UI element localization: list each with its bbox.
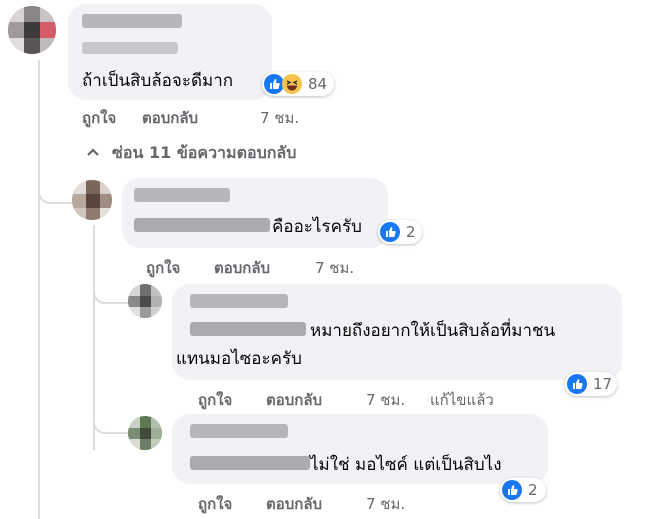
reaction-count: 2	[406, 223, 416, 241]
like-button[interactable]: ถูกใจ	[198, 492, 232, 516]
like-icon	[264, 74, 284, 94]
reactions-badge[interactable]: 2	[378, 220, 422, 244]
chevron-up-icon	[86, 145, 100, 159]
reaction-count: 84	[308, 75, 328, 93]
reply-text-line2: แทนมอไซอะครับ	[176, 349, 302, 369]
avatar[interactable]	[128, 284, 162, 318]
author-name[interactable]	[190, 294, 288, 308]
avatar[interactable]	[72, 180, 112, 220]
reply-button[interactable]: ตอบกลับ	[266, 492, 322, 516]
timestamp[interactable]: 7 ชม.	[315, 256, 354, 280]
timestamp[interactable]: 7 ชม.	[366, 492, 405, 516]
comment-bubble: ถ้าเป็นสิบล้อจะดีมาก	[68, 4, 272, 100]
hide-replies-label: ซ่อน 11 ข้อความตอบกลับ	[112, 143, 297, 162]
thread-curve-reply-1	[38, 180, 74, 204]
like-icon	[567, 374, 587, 394]
reply-bubble: คืออะไรครับ	[122, 178, 388, 248]
avatar[interactable]	[128, 416, 162, 450]
mention-tag[interactable]	[134, 218, 270, 232]
comment-text: ถ้าเป็นสิบล้อจะดีมาก	[82, 71, 234, 91]
reply-text: คืออะไรครับ	[272, 217, 362, 237]
like-button[interactable]: ถูกใจ	[82, 106, 116, 130]
reactions-badge[interactable]: 84	[262, 72, 334, 96]
thread-curve-reply-3	[93, 410, 131, 434]
reactions-badge[interactable]: 17	[565, 372, 617, 396]
like-icon	[380, 222, 400, 242]
like-button[interactable]: ถูกใจ	[198, 388, 232, 412]
mention-tag[interactable]	[190, 456, 310, 470]
reply-button[interactable]: ตอบกลับ	[142, 106, 198, 130]
reaction-count: 17	[593, 375, 613, 393]
reply-button[interactable]: ตอบกลับ	[266, 388, 322, 412]
mention-tag[interactable]	[190, 322, 306, 336]
like-icon	[502, 480, 522, 500]
avatar[interactable]	[8, 6, 56, 54]
thread-line-replies	[38, 165, 40, 519]
edited-label[interactable]: แก้ไขแล้ว	[430, 388, 494, 412]
reply-button[interactable]: ตอบกลับ	[214, 256, 270, 280]
haha-icon	[282, 74, 302, 94]
timestamp[interactable]: 7 ชม.	[260, 106, 299, 130]
reply-text-line1: หมายถึงอยากให้เป็นสิบล้อที่มาชน	[310, 321, 556, 341]
like-button[interactable]: ถูกใจ	[146, 256, 180, 280]
author-name-line2	[82, 42, 178, 54]
author-name[interactable]	[190, 424, 288, 438]
thread-curve-reply-2	[93, 280, 131, 304]
author-name[interactable]	[134, 188, 230, 202]
thread-curve	[38, 130, 72, 154]
author-name[interactable]	[82, 14, 182, 28]
reply-bubble: หมายถึงอยากให้เป็นสิบล้อที่มาชน แทนมอไซอ…	[172, 284, 622, 380]
timestamp[interactable]: 7 ชม.	[366, 388, 405, 412]
reply-bubble: ไม่ใช่ มอไซค์ แต่เป็นสิบไง	[172, 414, 548, 484]
reactions-badge[interactable]: 2	[500, 478, 546, 502]
reply-text: ไม่ใช่ มอไซค์ แต่เป็นสิบไง	[310, 455, 502, 475]
reaction-count: 2	[528, 481, 538, 499]
